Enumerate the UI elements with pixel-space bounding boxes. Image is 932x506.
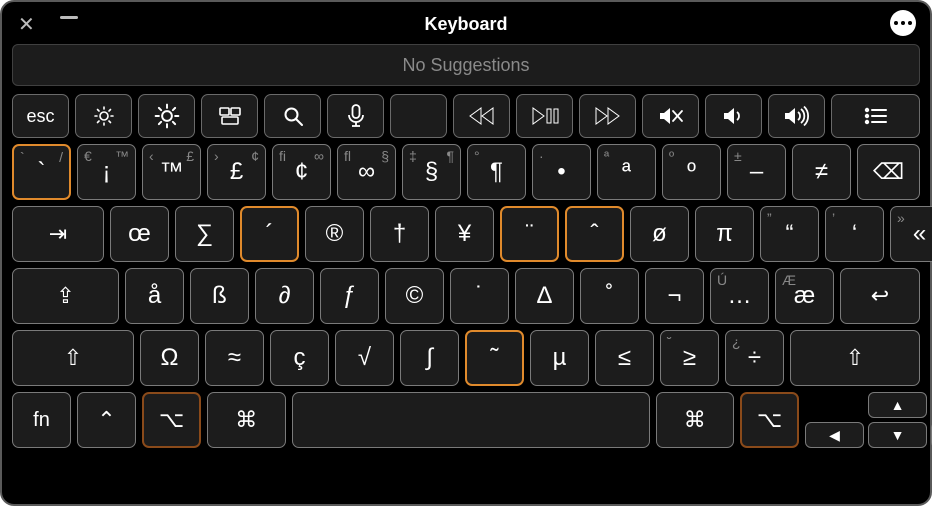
key-delta[interactable]: ∆ bbox=[515, 268, 574, 324]
key-option-right[interactable]: ⌥ bbox=[740, 392, 799, 448]
key-pilcrow[interactable]: °¶ bbox=[467, 144, 526, 200]
key-yen[interactable]: ¥ bbox=[435, 206, 494, 262]
key-dagger[interactable]: † bbox=[370, 206, 429, 262]
key-fn[interactable]: fn bbox=[12, 392, 71, 448]
brightness-down-icon[interactable] bbox=[75, 94, 132, 138]
mute-icon[interactable] bbox=[642, 94, 699, 138]
key-inverted-exclaim[interactable]: €™¡ bbox=[77, 144, 136, 200]
key-ring-above[interactable]: ˚ bbox=[580, 268, 639, 324]
key-ellipsis[interactable]: Ú… bbox=[710, 268, 769, 324]
key-sigma[interactable]: ∑ bbox=[175, 206, 234, 262]
brightness-up-icon[interactable] bbox=[138, 94, 195, 138]
row-fn: esc bbox=[12, 94, 920, 138]
key-o-slash[interactable]: ø bbox=[630, 206, 689, 262]
key-control[interactable]: ⌃ bbox=[77, 392, 136, 448]
key-tilde[interactable]: ˜ bbox=[465, 330, 524, 386]
arrow-cluster: ▲ ◀ ▼ ▶ bbox=[805, 392, 932, 448]
row-bottom: fn ⌃ ⌥ ⌘ ⌘ ⌥ ▲ ◀ ▼ ▶ bbox=[12, 392, 920, 448]
key-tm[interactable]: ‹£™ bbox=[142, 144, 201, 200]
dictation-icon[interactable] bbox=[327, 94, 384, 138]
key-ord-o[interactable]: ºº bbox=[662, 144, 721, 200]
volume-down-icon[interactable] bbox=[705, 94, 762, 138]
suggestions-bar: No Suggestions bbox=[12, 44, 920, 86]
key-integral[interactable]: ∫ bbox=[400, 330, 459, 386]
key-cedilla[interactable]: ç bbox=[270, 330, 329, 386]
key-grave[interactable]: `/` bbox=[12, 144, 71, 200]
key-command-right[interactable]: ⌘ bbox=[656, 392, 735, 448]
row-z: ⇧Ω≈ç√∫˜µ≤˘≥¿÷⇧ bbox=[12, 330, 920, 386]
row-q: ⇥œ∑´®†¥¨ˆøπ”“’‘»« bbox=[12, 206, 920, 262]
titlebar: ✕ Keyboard bbox=[12, 10, 920, 38]
key-divide[interactable]: ¿÷ bbox=[725, 330, 784, 386]
key-diaeresis[interactable]: ¨ bbox=[500, 206, 559, 262]
keyboard-window: ✕ Keyboard No Suggestions esc bbox=[0, 0, 932, 506]
key-bullet[interactable]: ·• bbox=[532, 144, 591, 200]
key-ae[interactable]: Ææ bbox=[775, 268, 834, 324]
window-title: Keyboard bbox=[424, 14, 507, 35]
key-command-left[interactable]: ⌘ bbox=[207, 392, 286, 448]
key-mu[interactable]: µ bbox=[530, 330, 589, 386]
key-left-squote[interactable]: ’‘ bbox=[825, 206, 884, 262]
key-copyright[interactable]: © bbox=[385, 268, 444, 324]
search-icon[interactable] bbox=[264, 94, 321, 138]
rewind-icon[interactable] bbox=[453, 94, 510, 138]
key-tab[interactable]: ⇥ bbox=[12, 206, 104, 262]
key-left-dquote[interactable]: ”“ bbox=[760, 206, 819, 262]
fast-forward-icon[interactable] bbox=[579, 94, 636, 138]
mission-control-icon[interactable] bbox=[201, 94, 258, 138]
key-capslock[interactable]: ⇪ bbox=[12, 268, 119, 324]
key-circumflex[interactable]: ˆ bbox=[565, 206, 624, 262]
key-sharp-s[interactable]: ß bbox=[190, 268, 249, 324]
key-dot-above[interactable]: ˙ bbox=[450, 268, 509, 324]
key-registered[interactable]: ® bbox=[305, 206, 364, 262]
keyboard-grid: esc bbox=[12, 94, 920, 448]
volume-up-icon[interactable] bbox=[768, 94, 825, 138]
key-not-sign[interactable]: ¬ bbox=[645, 268, 704, 324]
dnd-icon[interactable] bbox=[390, 94, 447, 138]
key-approx[interactable]: ≈ bbox=[205, 330, 264, 386]
key-pound[interactable]: ›¢£ bbox=[207, 144, 266, 200]
arrow-left-icon[interactable]: ◀ bbox=[805, 422, 864, 448]
key-guillemet[interactable]: »« bbox=[890, 206, 932, 262]
row-number: `/`€™¡‹£™›¢£ﬁ∞¢ﬂ§∞‡¶§°¶·•ªªºº±–≠⌫ bbox=[12, 144, 920, 200]
key-acute[interactable]: ´ bbox=[240, 206, 299, 262]
key-backspace[interactable]: ⌫ bbox=[857, 144, 920, 200]
key-omega[interactable]: Ω bbox=[140, 330, 199, 386]
key-florin[interactable]: ƒ bbox=[320, 268, 379, 324]
key-a-ring[interactable]: å bbox=[125, 268, 184, 324]
key-ord-a[interactable]: ªª bbox=[597, 144, 656, 200]
key-section[interactable]: ‡¶§ bbox=[402, 144, 461, 200]
key-neq[interactable]: ≠ bbox=[792, 144, 851, 200]
key-leq[interactable]: ≤ bbox=[595, 330, 654, 386]
key-esc[interactable]: esc bbox=[12, 94, 69, 138]
minimize-icon[interactable] bbox=[60, 16, 78, 19]
more-icon[interactable] bbox=[890, 10, 916, 36]
key-oe[interactable]: œ bbox=[110, 206, 169, 262]
play-pause-icon[interactable] bbox=[516, 94, 573, 138]
key-partial[interactable]: ∂ bbox=[255, 268, 314, 324]
key-endash[interactable]: ±– bbox=[727, 144, 786, 200]
arrow-down-icon[interactable]: ▼ bbox=[868, 422, 927, 448]
key-infinity[interactable]: ﬂ§∞ bbox=[337, 144, 396, 200]
key-pi[interactable]: π bbox=[695, 206, 754, 262]
key-return[interactable]: ↩ bbox=[840, 268, 920, 324]
key-option-left[interactable]: ⌥ bbox=[142, 392, 201, 448]
suggestions-text: No Suggestions bbox=[402, 55, 529, 76]
arrow-up-icon[interactable]: ▲ bbox=[868, 392, 927, 418]
close-icon[interactable]: ✕ bbox=[18, 12, 35, 37]
list-icon[interactable] bbox=[831, 94, 920, 138]
row-a: ⇪åß∂ƒ©˙∆˚¬Ú…Ææ↩ bbox=[12, 268, 920, 324]
key-space[interactable] bbox=[292, 392, 650, 448]
key-sqrt[interactable]: √ bbox=[335, 330, 394, 386]
key-geq[interactable]: ˘≥ bbox=[660, 330, 719, 386]
key-shift-right[interactable]: ⇧ bbox=[790, 330, 920, 386]
key-cent[interactable]: ﬁ∞¢ bbox=[272, 144, 331, 200]
key-shift-left[interactable]: ⇧ bbox=[12, 330, 134, 386]
